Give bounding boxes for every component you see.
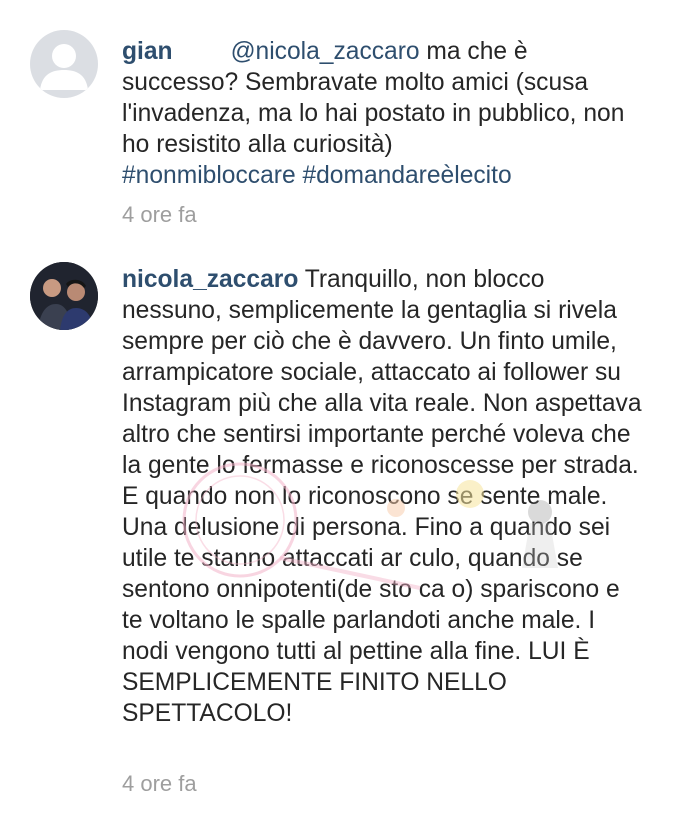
default-avatar-icon[interactable] [30, 30, 98, 98]
comment-body: gian @nicola_zaccaro ma che è successo? S… [122, 36, 642, 191]
comment-username[interactable]: gian [122, 38, 173, 65]
comment-mention[interactable]: @nicola_zaccaro [231, 38, 420, 65]
profile-photo-avatar[interactable] [30, 262, 98, 330]
comment-hashtags[interactable]: #nonmibloccare #domandareèlecito [122, 162, 512, 189]
comment-timestamp: 4 ore fa [122, 771, 197, 796]
comment-text: Tranquillo, non blocco nessuno, semplice… [122, 266, 642, 727]
comment-body: nicola_zaccaro Tranquillo, non blocco ne… [122, 264, 642, 729]
comment-username[interactable]: nicola_zaccaro [122, 266, 298, 293]
comments-list: gian @nicola_zaccaro ma che è successo? S… [0, 0, 684, 828]
comment-timestamp: 4 ore fa [122, 202, 197, 227]
